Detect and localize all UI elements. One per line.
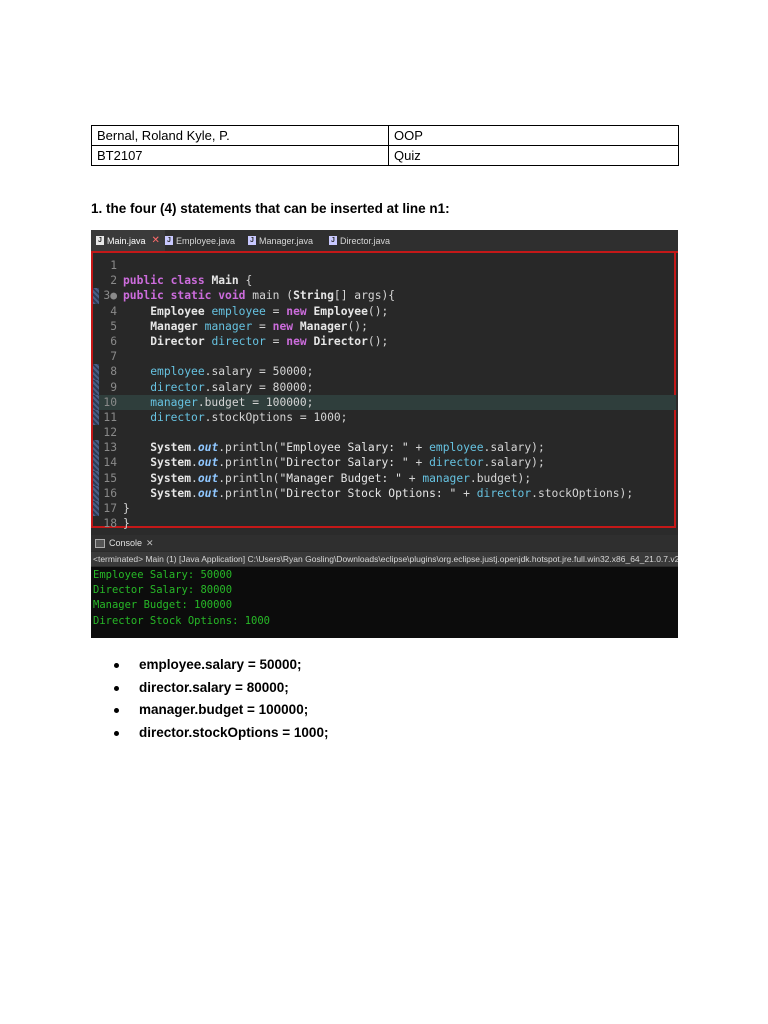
gutter-marker [93,394,99,410]
code-text: public static void main (String[] args){ [123,289,396,303]
code-text: System.out.println("Employee Salary: " +… [150,441,545,455]
bullet-icon [114,708,119,714]
code-text: manager.budget = 100000; [150,395,314,409]
console-tab[interactable]: Console ✕ [91,535,678,551]
section-cell: BT2107 [91,145,389,166]
code-line[interactable]: 16 System.out.println("Director Stock Op… [93,485,676,501]
list-item: employee.salary = 50000; [114,654,328,677]
list-item: director.salary = 80000; [114,677,328,700]
code-line[interactable]: 1 [93,258,676,273]
console-line: Director Stock Options: 1000 [93,614,271,627]
close-icon[interactable]: ✕ [146,538,154,549]
editor-tab-bar: J Main.java ✕ J Employee.java J Manager.… [91,230,678,253]
gutter-marker [93,409,99,426]
code-line[interactable]: 17} [93,501,676,517]
tab-director-java[interactable]: J Director.java [329,230,390,251]
code-text: public class Main { [123,274,253,288]
code-line[interactable]: 3● public static void main (String[] args… [93,288,676,304]
code-line[interactable]: 13 System.out.println("Employee Salary: … [93,440,676,456]
gutter-marker [93,485,99,501]
student-name-cell: Bernal, Roland Kyle, P. [91,125,389,146]
answer-text: employee.salary = 50000; [139,657,302,672]
code-text: System.out.println("Director Salary: " +… [150,456,545,470]
code-line[interactable]: 2 public class Main { [93,273,676,288]
console-label: Console [109,538,143,548]
code-line[interactable]: 6 Director director = new Director(); [93,334,676,349]
code-text: Director director = new Director(); [150,334,389,348]
question-heading: 1. the four (4) statements that can be i… [91,201,450,216]
java-file-icon: J [329,236,337,245]
tab-label: Main.java [107,235,146,246]
gutter-marker [93,288,99,304]
gutter-marker [93,455,99,471]
close-icon[interactable]: ✕ [152,235,160,246]
tab-main-java[interactable]: J Main.java ✕ [91,230,165,251]
ide-screenshot: J Main.java ✕ J Employee.java J Manager.… [91,230,678,638]
console-line: Employee Salary: 50000 [93,569,233,581]
code-line[interactable]: 9 director.salary = 80000; [93,379,676,395]
tab-employee-java[interactable]: J Employee.java [165,230,235,251]
header-table: Bernal, Roland Kyle, P. OOP BT2107 Quiz [91,125,679,166]
code-text: } [123,517,130,531]
answer-list: employee.salary = 50000; director.salary… [114,654,328,745]
gutter-marker [93,364,99,380]
table-row: Bernal, Roland Kyle, P. OOP [91,125,679,146]
list-item: manager.budget = 100000; [114,699,328,722]
bullet-icon [114,731,119,737]
gutter-marker [93,516,99,531]
activity-cell: Quiz [388,145,679,166]
code-text: employee.salary = 50000; [150,365,314,379]
answer-text: director.salary = 80000; [139,679,289,695]
code-line[interactable]: 10 manager.budget = 100000; [93,394,676,410]
gutter-marker [93,273,99,288]
code-text: director.salary = 80000; [150,380,314,394]
gutter-marker [93,349,99,364]
code-line[interactable]: 4 Employee employee = new Employee(); [93,304,676,319]
gutter-marker [93,334,99,349]
console-line: Director Salary: 80000 [93,584,233,597]
java-file-icon: J [96,236,104,245]
console-output: Employee Salary: 50000 Director Salary: … [91,567,678,638]
tab-label: Manager.java [259,235,314,246]
subject-cell: OOP [388,125,679,146]
gutter-marker [93,258,99,273]
code-line[interactable]: 18} [93,516,676,531]
table-row: BT2107 Quiz [91,145,679,166]
java-file-icon: J [248,236,256,245]
code-area[interactable]: 1 2 public class Main {3● public static voi… [93,258,676,531]
code-text: Employee employee = new Employee(); [150,304,389,318]
code-text: System.out.println("Manager Budget: " + … [150,471,532,485]
code-line[interactable]: 12 [93,425,676,440]
code-line[interactable]: 7 [93,349,676,364]
gutter-marker [93,304,99,319]
console-icon [95,538,105,548]
bullet-icon [114,685,119,691]
tab-label: Director.java [340,235,391,246]
code-text: director.stockOptions = 1000; [150,410,348,424]
code-line[interactable]: 14 System.out.println("Director Salary: … [93,455,676,471]
answer-text: director.stockOptions = 1000; [139,725,329,741]
bullet-icon [114,663,119,668]
code-text: Manager manager = new Manager(); [150,319,368,333]
code-editor[interactable]: 1 2 public class Main {3● public static voi… [91,253,676,531]
tab-manager-java[interactable]: J Manager.java [248,230,313,251]
java-file-icon: J [165,236,173,245]
gutter-marker [93,470,99,486]
gutter-marker [93,319,99,334]
code-line[interactable]: 8 employee.salary = 50000; [93,364,676,380]
gutter-marker [93,425,99,440]
tab-label: Employee.java [176,235,236,246]
code-text: System.out.println("Director Stock Optio… [150,486,634,500]
code-line[interactable]: 11 director.stockOptions = 1000; [93,409,676,426]
console-line: Manager Budget: 100000 [93,599,233,612]
code-line[interactable]: 15 System.out.println("Manager Budget: "… [93,470,676,486]
list-item: director.stockOptions = 1000; [114,722,328,745]
gutter-marker [93,501,99,517]
code-text: } [123,502,130,515]
terminated-status: <terminated> Main (1) [Java Application]… [91,552,678,566]
gutter-marker [93,379,99,395]
gutter-marker [93,440,99,456]
code-line[interactable]: 5 Manager manager = new Manager(); [93,319,676,334]
answer-text: manager.budget = 100000; [139,702,309,718]
